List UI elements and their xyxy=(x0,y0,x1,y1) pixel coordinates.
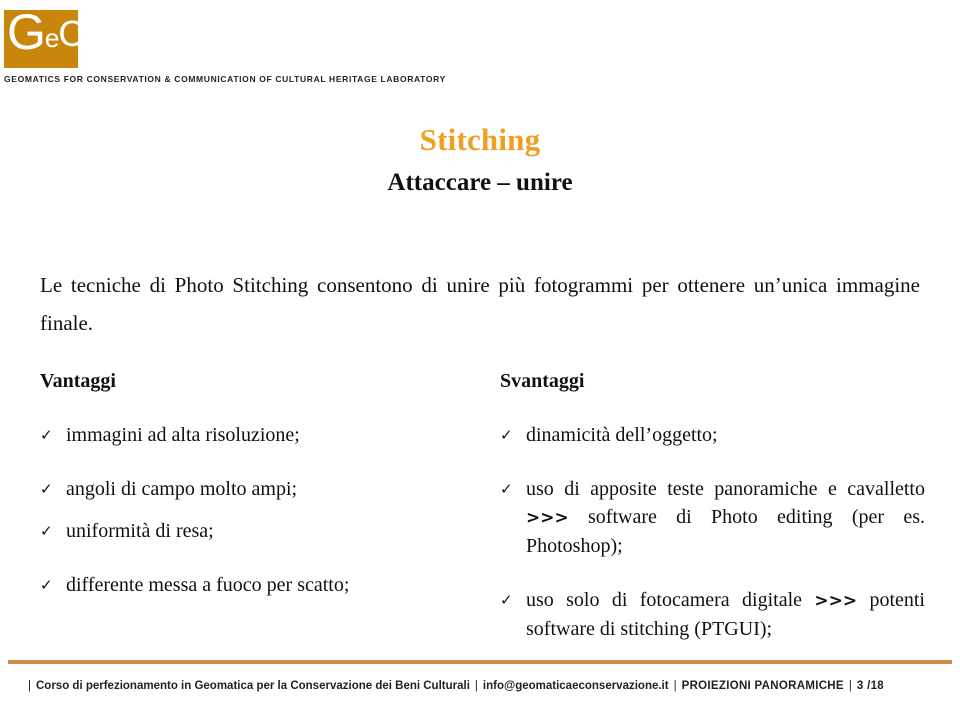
list-item-label: uso di apposite teste panoramiche e cava… xyxy=(526,478,925,557)
list-item: ✓ immagini ad alta risoluzione; xyxy=(40,421,460,449)
footer-course-label: Corso di perfezionamento in Geomatica pe… xyxy=(36,680,470,692)
check-icon: ✓ xyxy=(40,522,53,540)
page-footer: | Corso di perfezionamento in Geomatica … xyxy=(0,660,960,706)
column-vantaggi: Vantaggi ✓ immagini ad alta risoluzione;… xyxy=(40,370,460,599)
list-item: ✓ uso di apposite teste panoramiche e ca… xyxy=(500,475,925,560)
list-item: ✓ dinamicità dell’oggetto; xyxy=(500,421,925,449)
list-item: ✓ angoli di campo molto ampi; xyxy=(40,475,460,503)
footer-page-number: 3 /18 xyxy=(856,680,884,692)
check-icon: ✓ xyxy=(500,591,513,609)
list-item: ✓ differente messa a fuoco per scatto; xyxy=(40,571,460,599)
footer-section-label: PROIEZIONI PANORAMICHE xyxy=(681,680,844,692)
slide-subtitle: Attaccare – unire xyxy=(387,169,573,196)
list-item-label: uso solo di fotocamera digitale >>> pote… xyxy=(526,589,925,640)
geco-logo: GeCO xyxy=(4,2,111,68)
list-item-label: immagini ad alta risoluzione; xyxy=(66,424,300,446)
check-icon: ✓ xyxy=(40,576,53,594)
column-svantaggi: Svantaggi ✓ dinamicità dell’oggetto; ✓ u… xyxy=(500,370,925,643)
column-heading-svantaggi: Svantaggi xyxy=(500,370,585,392)
logo-wordmark: GeCO xyxy=(4,2,111,68)
check-icon: ✓ xyxy=(500,426,513,444)
list-item: ✓ uso solo di fotocamera digitale >>> po… xyxy=(500,586,925,643)
footer-separator: | xyxy=(848,680,852,692)
footer-separator: | xyxy=(673,680,677,692)
check-icon: ✓ xyxy=(40,426,53,444)
check-icon: ✓ xyxy=(40,480,53,498)
svantaggi-list: ✓ dinamicità dell’oggetto; ✓ uso di appo… xyxy=(500,421,925,643)
list-item-label: differente messa a fuoco per scatto; xyxy=(66,574,350,596)
page-header: GeCO GEOMATICS FOR CONSERVATION & COMMUN… xyxy=(0,0,960,100)
column-heading-vantaggi: Vantaggi xyxy=(40,370,116,392)
list-item-label: angoli di campo molto ampi; xyxy=(66,478,298,500)
intro-paragraph: Le tecniche di Photo Stitching consenton… xyxy=(40,273,920,335)
logo-letter-o: O xyxy=(83,13,111,54)
footer-email[interactable]: info@geomaticaeconservazione.it xyxy=(483,674,669,698)
footer-bar: | Corso di perfezionamento in Geomatica … xyxy=(0,674,960,698)
list-item-label: uniformità di resa; xyxy=(66,520,214,542)
check-icon: ✓ xyxy=(500,480,513,498)
vantaggi-list: ✓ immagini ad alta risoluzione; ✓ angoli… xyxy=(40,421,460,599)
list-item: ✓ uniformità di resa; xyxy=(40,517,460,545)
logo-letter-c: C xyxy=(58,13,84,54)
lab-tagline: GEOMATICS FOR CONSERVATION & COMMUNICATI… xyxy=(4,74,446,84)
logo-letter-e: e xyxy=(44,23,60,53)
slide-body: Stitching Attaccare – unire Le tecniche … xyxy=(0,100,960,660)
footer-separator: | xyxy=(28,680,31,692)
slide-title: Stitching xyxy=(419,122,541,157)
logo-letter-g: G xyxy=(7,4,46,60)
footer-separator: | xyxy=(474,680,478,692)
list-item-label: dinamicità dell’oggetto; xyxy=(526,424,718,446)
footer-divider xyxy=(8,660,952,664)
